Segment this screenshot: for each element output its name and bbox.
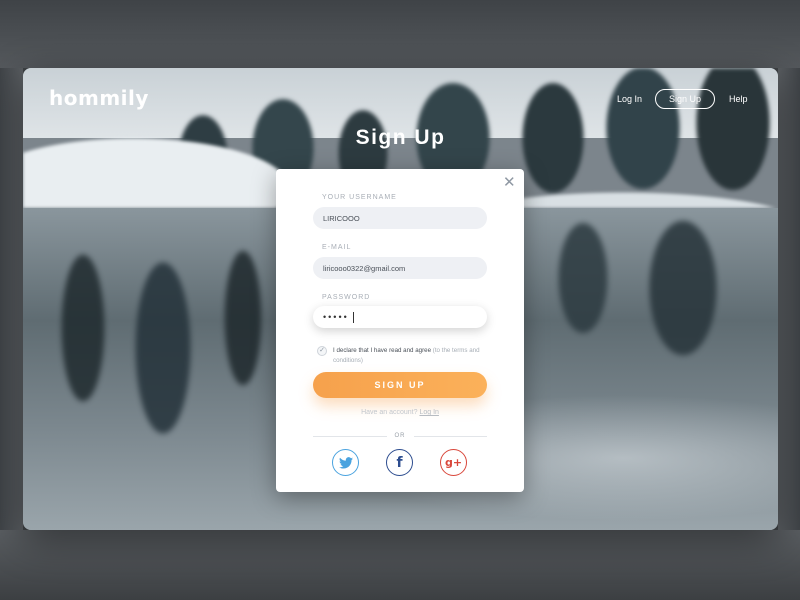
text-caret — [352, 311, 354, 323]
app-window: hommily Log In Sign Up Help Sign Up ✕ YO… — [23, 68, 778, 530]
password-field[interactable]: ••••• — [313, 306, 487, 328]
username-field[interactable]: LIRICOOO — [313, 207, 487, 229]
brand-logo[interactable]: hommily — [49, 86, 149, 110]
close-icon[interactable]: ✕ — [503, 175, 516, 190]
facebook-icon: f — [396, 454, 403, 471]
nav-signup-button[interactable]: Sign Up — [655, 89, 715, 109]
have-account-text: Have an account? — [361, 409, 418, 416]
password-label: PASSWORD — [322, 294, 371, 301]
or-divider: OR — [313, 431, 487, 441]
page-title: Sign Up — [355, 126, 446, 149]
email-field[interactable]: liricooo0322@gmail.com — [313, 257, 487, 279]
password-value: ••••• — [323, 312, 349, 322]
email-label: E-MAIL — [322, 244, 352, 251]
terms-text-main: I declare that I have read and agree — [333, 347, 432, 354]
nav-help-link[interactable]: Help — [729, 94, 748, 104]
facebook-button[interactable]: f — [386, 449, 413, 476]
top-nav: hommily Log In Sign Up Help — [23, 68, 778, 128]
google-plus-button[interactable]: g+ — [440, 449, 467, 476]
login-link[interactable]: Log In — [419, 409, 438, 416]
google-plus-icon: g+ — [444, 456, 463, 469]
username-label: YOUR USERNAME — [322, 194, 397, 201]
have-account-row: Have an account? Log In — [276, 409, 524, 416]
nav-login-link[interactable]: Log In — [617, 94, 642, 104]
signup-submit-button[interactable]: SIGN UP — [313, 372, 487, 398]
backdrop-left — [0, 68, 23, 530]
terms-text: I declare that I have read and agree (to… — [333, 346, 493, 366]
twitter-button[interactable] — [332, 449, 359, 476]
backdrop-right — [778, 68, 800, 530]
divider-line-right — [413, 435, 487, 437]
terms-checkbox[interactable]: ✓ — [317, 346, 327, 356]
backdrop-top — [0, 0, 800, 68]
backdrop-bottom — [0, 530, 800, 600]
signup-modal: ✕ YOUR USERNAME LIRICOOO E-MAIL liricooo… — [276, 169, 524, 492]
or-text: OR — [394, 433, 406, 439]
twitter-icon — [338, 456, 353, 469]
divider-line-left — [313, 435, 387, 437]
